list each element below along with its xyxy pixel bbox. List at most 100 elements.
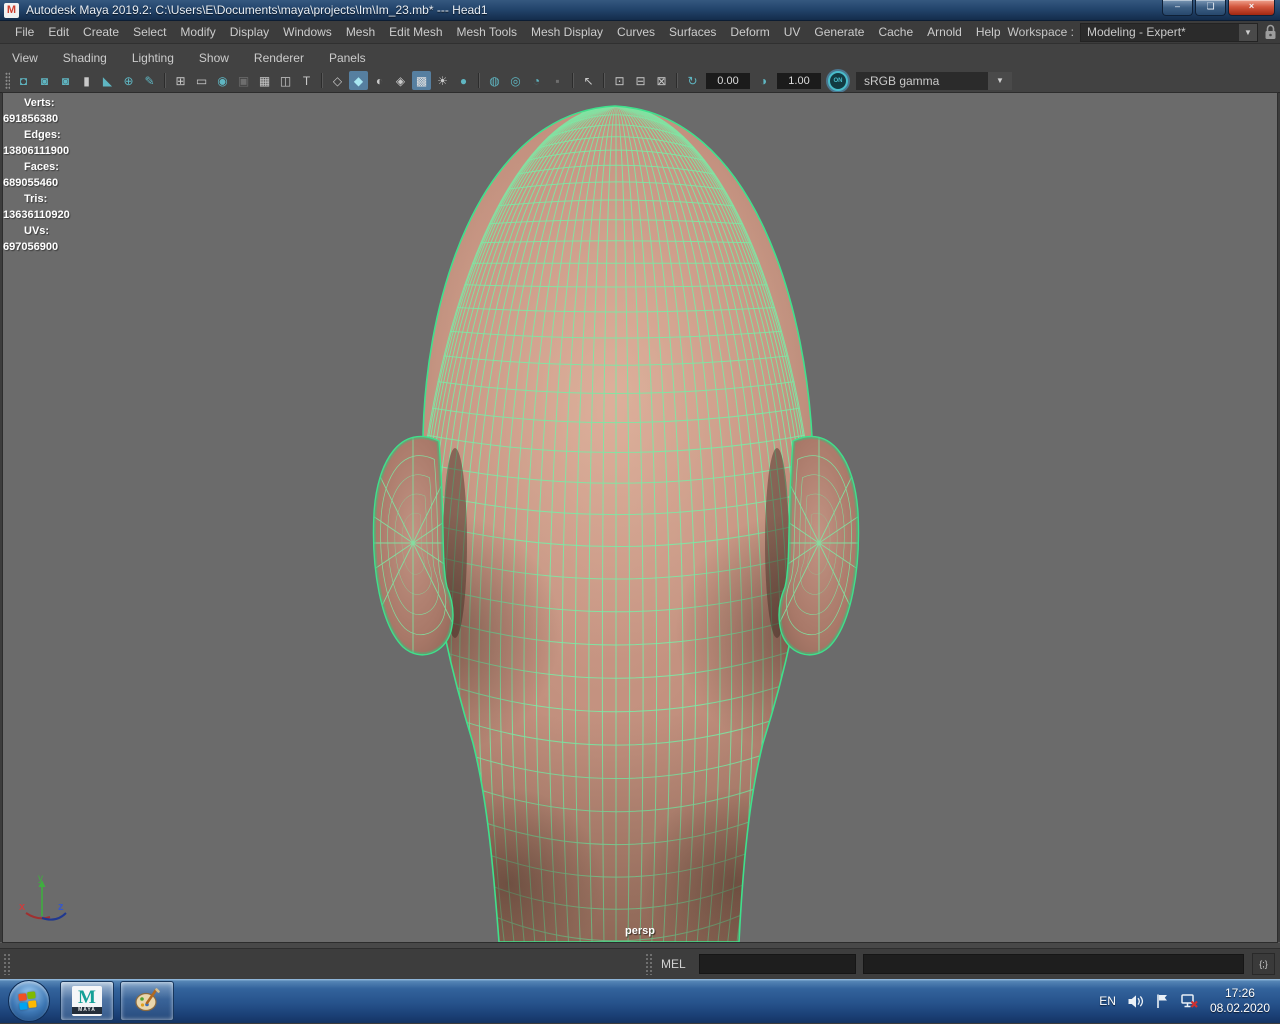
- checker-material-icon[interactable]: ▩: [412, 71, 431, 90]
- toolbar-sep: [478, 73, 480, 88]
- toolbar-sep: [572, 73, 574, 88]
- camera-lock-icon[interactable]: ◙: [35, 71, 54, 90]
- taskbar-maya-button[interactable]: M MAYA: [60, 981, 114, 1021]
- film-gate-icon[interactable]: ▭: [192, 71, 211, 90]
- minimize-button[interactable]: –: [1162, 0, 1193, 16]
- menu-cache[interactable]: Cache: [871, 25, 920, 39]
- smooth-shade-display-icon[interactable]: ◆: [349, 71, 368, 90]
- command-line-grip[interactable]: [3, 953, 11, 975]
- wireframe-display-icon[interactable]: ◇: [328, 71, 347, 90]
- panel-menu-show[interactable]: Show: [199, 51, 229, 65]
- image-plane-icon[interactable]: ◣: [98, 71, 117, 90]
- view-axis-indicator: y x z: [11, 872, 73, 926]
- bookmark-icon[interactable]: ▮: [77, 71, 96, 90]
- occlusion-icon[interactable]: ◎: [506, 71, 525, 90]
- maximize-button[interactable]: ❏: [1195, 0, 1226, 16]
- motion-blur-icon[interactable]: ◔: [527, 71, 546, 90]
- command-line-grip2[interactable]: [645, 953, 653, 975]
- grid-icon[interactable]: ⊞: [171, 71, 190, 90]
- exposure-icon[interactable]: ↻: [683, 71, 702, 90]
- clock[interactable]: 17:26 08.02.2020: [1210, 986, 1270, 1016]
- menu-generate[interactable]: Generate: [807, 25, 871, 39]
- isolate-select-icon[interactable]: ⊡: [610, 71, 629, 90]
- menu-surfaces[interactable]: Surfaces: [662, 25, 723, 39]
- menu-windows[interactable]: Windows: [276, 25, 339, 39]
- object-select-icon[interactable]: ↖: [579, 71, 598, 90]
- paint-icon: [134, 988, 160, 1012]
- playblast-camera-icon[interactable]: ◘: [14, 71, 33, 90]
- menu-uv[interactable]: UV: [777, 25, 808, 39]
- menu-help[interactable]: Help: [969, 25, 1008, 39]
- titlebar[interactable]: M Autodesk Maya 2019.2: C:\Users\E\Docum…: [0, 0, 1280, 21]
- language-indicator[interactable]: EN: [1099, 994, 1116, 1008]
- textured-display-icon[interactable]: ◐: [370, 71, 389, 90]
- axis-y-label: y: [38, 873, 43, 884]
- panel-menu-lighting[interactable]: Lighting: [132, 51, 174, 65]
- used-lights-icon[interactable]: ●: [454, 71, 473, 90]
- start-button[interactable]: [8, 980, 50, 1022]
- menu-curves[interactable]: Curves: [610, 25, 662, 39]
- system-tray: EN 17:26 08.02.2020: [1099, 986, 1280, 1016]
- wireframe-on-shaded-icon[interactable]: ◈: [391, 71, 410, 90]
- default-lighting-icon[interactable]: ☀: [433, 71, 452, 90]
- viewport-panel[interactable]: Verts: 691856380 Edges: 13806111900 Faces:…: [2, 92, 1278, 943]
- toolbar-sep: [603, 73, 605, 88]
- safe-action-icon[interactable]: ◫: [276, 71, 295, 90]
- toolbar-grip[interactable]: [5, 72, 10, 89]
- panel-menu-shading[interactable]: Shading: [63, 51, 107, 65]
- panel-menu-renderer[interactable]: Renderer: [254, 51, 304, 65]
- menu-arnold[interactable]: Arnold: [920, 25, 969, 39]
- contrast-icon[interactable]: ◑: [754, 71, 773, 90]
- camera-settings-icon[interactable]: ◙: [56, 71, 75, 90]
- panel-menu-view[interactable]: View: [12, 51, 38, 65]
- resolution-gate-icon[interactable]: ◉: [213, 71, 232, 90]
- mel-command-input[interactable]: [699, 954, 856, 974]
- multisample-icon[interactable]: ▪: [548, 71, 567, 90]
- mel-label[interactable]: MEL: [661, 957, 686, 971]
- panel-menu-panels[interactable]: Panels: [329, 51, 366, 65]
- maya-taskbar-icon: M MAYA: [72, 986, 102, 1016]
- menu-select[interactable]: Select: [126, 25, 173, 39]
- menu-mesh[interactable]: Mesh: [339, 25, 382, 39]
- menu-list: File Edit Create Select Modify Display Windows…: [8, 25, 1008, 39]
- viewport-panel-toolbar: View Shading Lighting Show Renderer Panels ◘ ◙…: [0, 44, 1280, 93]
- hud-row-verts-: Verts:: [24, 97, 55, 109]
- volume-icon[interactable]: [1127, 994, 1144, 1009]
- action-center-flag-icon[interactable]: [1155, 993, 1169, 1009]
- chevron-down-icon[interactable]: ▼: [988, 71, 1012, 90]
- maya-window: M Autodesk Maya 2019.2: C:\Users\E\Docum…: [0, 0, 1280, 1024]
- menu-edit[interactable]: Edit: [41, 25, 76, 39]
- menu-edit-mesh[interactable]: Edit Mesh: [382, 25, 449, 39]
- gate-mask-icon[interactable]: ▣: [234, 71, 253, 90]
- window-title: Autodesk Maya 2019.2: C:\Users\E\Documen…: [26, 3, 488, 17]
- window-controls: – ❏ ×: [1160, 0, 1275, 16]
- network-status-icon[interactable]: [1180, 993, 1199, 1009]
- command-result-field[interactable]: [863, 954, 1244, 974]
- head-model[interactable]: [3, 93, 1277, 942]
- shadows-icon[interactable]: ◍: [485, 71, 504, 90]
- chevron-down-icon[interactable]: ▼: [1239, 23, 1257, 41]
- close-button[interactable]: ×: [1228, 0, 1275, 16]
- menu-deform[interactable]: Deform: [723, 25, 776, 39]
- color-management-toggle[interactable]: ON: [828, 70, 848, 91]
- safe-title-icon[interactable]: T: [297, 71, 316, 90]
- contrast-field[interactable]: 1.00: [777, 72, 821, 89]
- menu-display[interactable]: Display: [223, 25, 276, 39]
- isolate-add-icon[interactable]: ⊟: [631, 71, 650, 90]
- isolate-remove-icon[interactable]: ⊠: [652, 71, 671, 90]
- taskbar-paint-button[interactable]: [120, 981, 174, 1021]
- menu-mesh-tools[interactable]: Mesh Tools: [450, 25, 524, 39]
- script-editor-button[interactable]: {;}: [1252, 953, 1275, 975]
- pan-zoom-tool-icon[interactable]: ⊕: [119, 71, 138, 90]
- menu-modify[interactable]: Modify: [173, 25, 222, 39]
- hud-row-edges-: Edges:: [24, 129, 61, 141]
- view-transform-dropdown[interactable]: sRGB gamma ▼: [856, 71, 1012, 90]
- field-chart-icon[interactable]: ▦: [255, 71, 274, 90]
- toolbar-sep: [321, 73, 323, 88]
- menu-create[interactable]: Create: [76, 25, 126, 39]
- exposure-field[interactable]: 0.00: [706, 72, 750, 89]
- grease-pencil-icon[interactable]: ✎: [140, 71, 159, 90]
- menu-file[interactable]: File: [8, 25, 41, 39]
- workspace-dropdown[interactable]: Modeling - Expert* ▼: [1080, 22, 1258, 42]
- menu-mesh-display[interactable]: Mesh Display: [524, 25, 610, 39]
